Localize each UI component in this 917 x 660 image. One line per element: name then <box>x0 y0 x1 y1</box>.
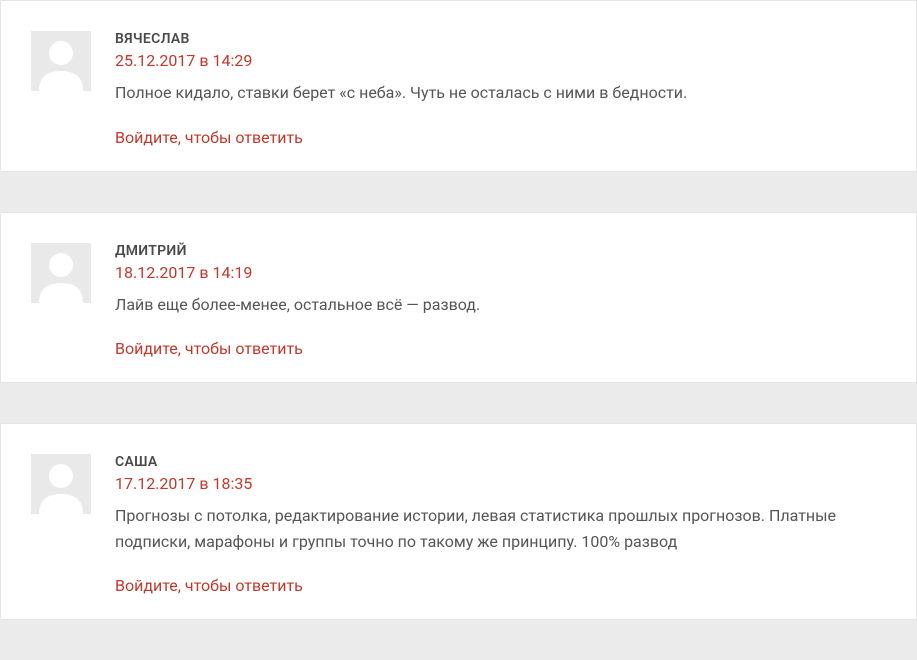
avatar <box>31 454 91 514</box>
comment-author: САША <box>115 454 886 470</box>
avatar-icon <box>31 31 91 91</box>
comment-text: Прогнозы с потолка, редактирование истор… <box>115 503 886 554</box>
comment-text: Лайв еще более-менее, остальное всё — ра… <box>115 292 886 318</box>
avatar <box>31 243 91 303</box>
comment-author: ДМИТРИЙ <box>115 243 886 259</box>
comment-card: ДМИТРИЙ 18.12.2017 в 14:19 Лайв еще боле… <box>0 212 917 384</box>
comment-body: САША 17.12.2017 в 18:35 Прогнозы с потол… <box>115 454 886 595</box>
comment-date[interactable]: 18.12.2017 в 14:19 <box>115 263 886 282</box>
comment-body: ВЯЧЕСЛАВ 25.12.2017 в 14:29 Полное кидал… <box>115 31 886 147</box>
reply-link[interactable]: Войдите, чтобы ответить <box>115 128 886 147</box>
comment-author: ВЯЧЕСЛАВ <box>115 31 886 47</box>
reply-link[interactable]: Войдите, чтобы ответить <box>115 339 886 358</box>
comment-card: САША 17.12.2017 в 18:35 Прогнозы с потол… <box>0 423 917 620</box>
avatar-icon <box>31 454 91 514</box>
comment-text: Полное кидало, ставки берет «с неба». Чу… <box>115 80 886 106</box>
comment-date[interactable]: 25.12.2017 в 14:29 <box>115 51 886 70</box>
comment-date[interactable]: 17.12.2017 в 18:35 <box>115 474 886 493</box>
comment-card: ВЯЧЕСЛАВ 25.12.2017 в 14:29 Полное кидал… <box>0 0 917 172</box>
avatar <box>31 31 91 91</box>
avatar-icon <box>31 243 91 303</box>
reply-link[interactable]: Войдите, чтобы ответить <box>115 576 886 595</box>
comment-body: ДМИТРИЙ 18.12.2017 в 14:19 Лайв еще боле… <box>115 243 886 359</box>
